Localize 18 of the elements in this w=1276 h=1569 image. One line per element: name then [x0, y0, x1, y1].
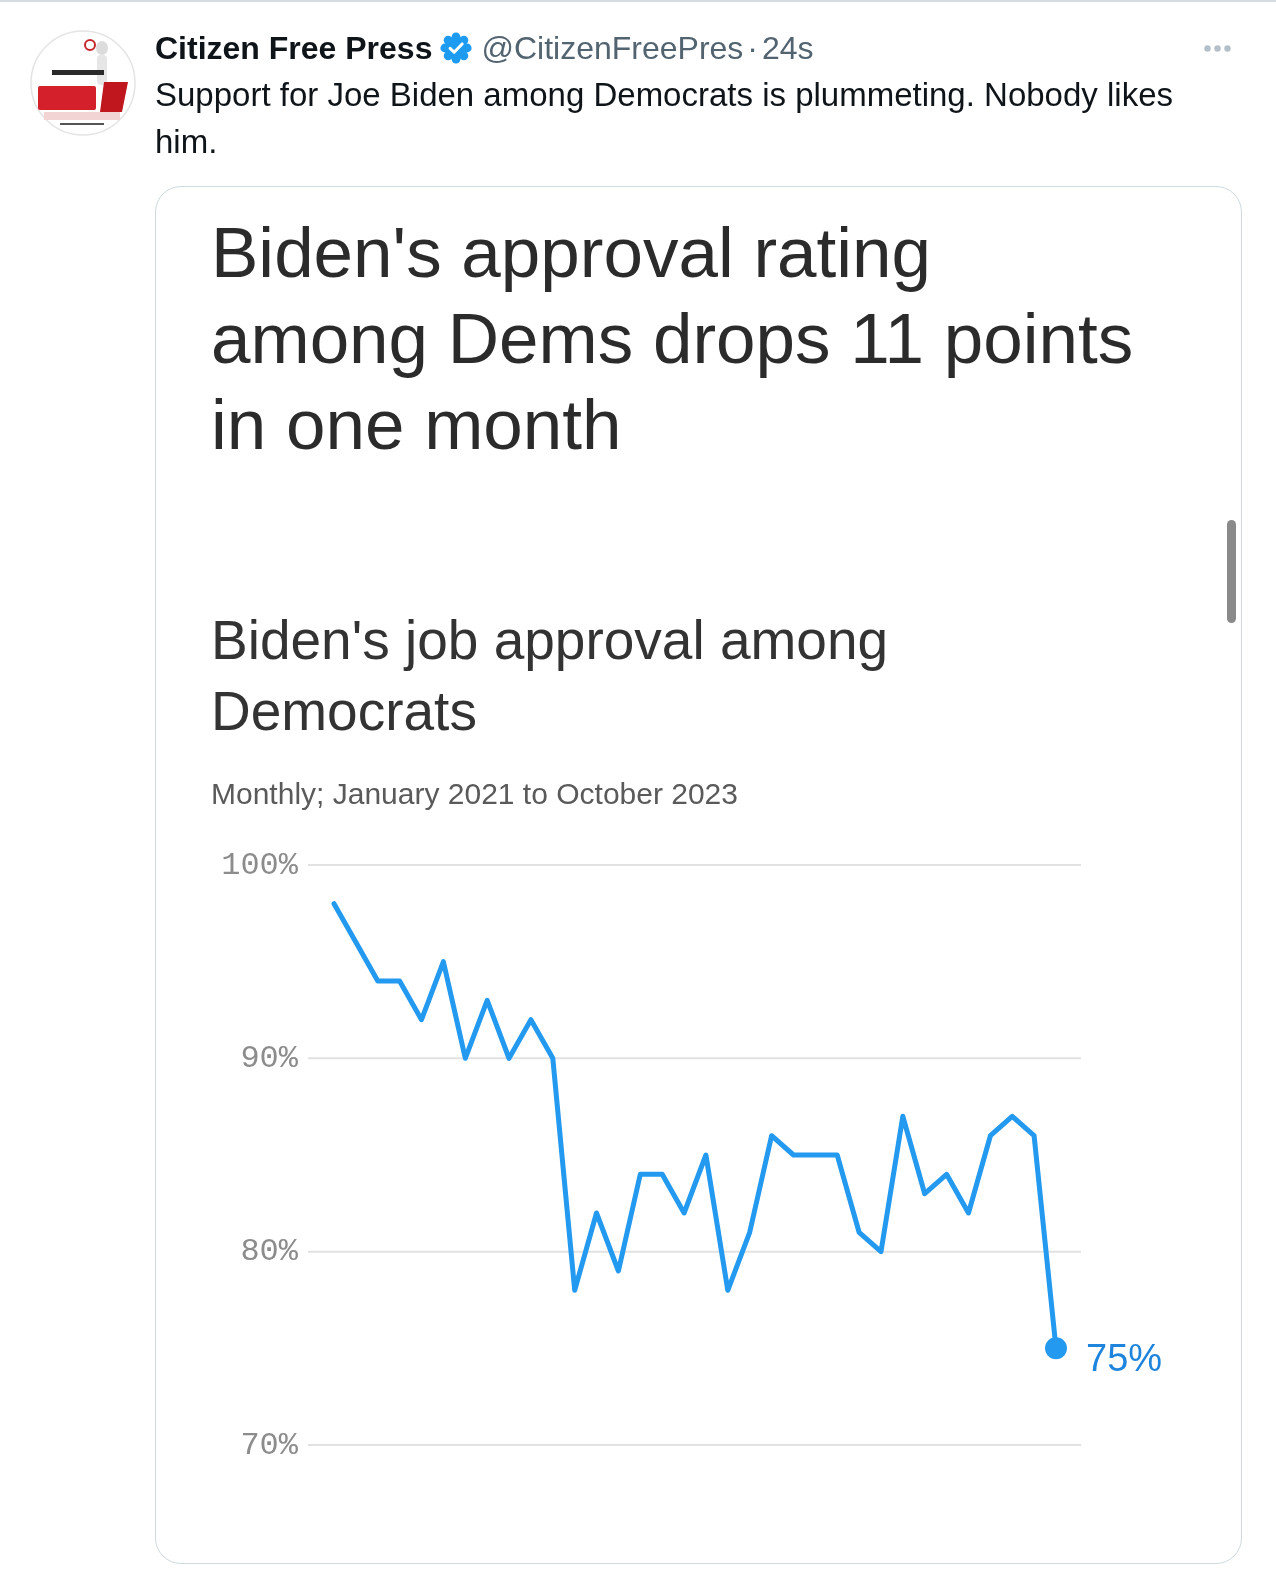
axis-tick-label: 80% [240, 1233, 298, 1271]
end-point-marker [1045, 1337, 1067, 1360]
chart-title: Biden's job approval among Democrats [211, 608, 890, 744]
axis-tick-label: 90% [240, 1039, 298, 1077]
scrollbar-thumb[interactable] [1227, 520, 1236, 623]
avatar-drawing[interactable] [30, 30, 136, 136]
post-time[interactable]: 24s [762, 28, 814, 68]
headline: Biden's approval rating among Dems drops 11 points in one month [211, 212, 1135, 466]
author-handle[interactable]: @CitizenFreePres [481, 28, 744, 68]
separator-dot: · [747, 29, 758, 68]
tweet-text: Support for Joe Biden among Democrats is plummeting. Nobody likes him. [155, 75, 1174, 162]
more-icon[interactable] [1204, 44, 1231, 52]
author-name[interactable]: Citizen Free Press [155, 28, 433, 68]
axis-tick-label: 100% [221, 846, 298, 884]
axis-tick-label: 70% [240, 1426, 298, 1464]
media-card[interactable]: Biden's approval rating among Dems drops 11 points in one month Biden's job approval among Democrats Monthly; January 2021 to October 2023 100% 90% 80% 70% 75% [155, 186, 1242, 1564]
chart-subtitle: Monthly; January 2021 to October 2023 [211, 776, 738, 812]
value-label: 75% [1086, 1337, 1163, 1380]
